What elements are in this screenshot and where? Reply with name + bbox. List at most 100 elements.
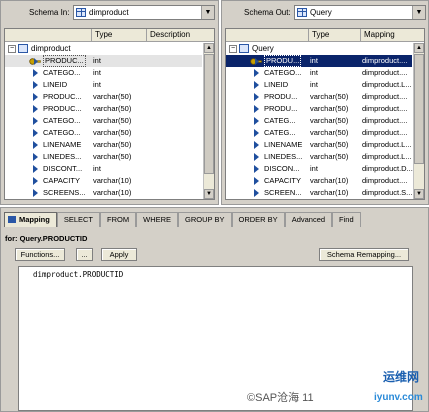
schema-in-scrollbar[interactable]: ▲ ▼ bbox=[203, 43, 214, 199]
field-mapping: dimproduct.... bbox=[362, 116, 408, 125]
column-arrow-icon bbox=[254, 69, 259, 77]
tab-advanced[interactable]: Advanced bbox=[284, 212, 333, 227]
field-row[interactable]: SCREENS... varchar(10) bbox=[5, 187, 202, 199]
column-header-type[interactable]: Type bbox=[308, 29, 360, 42]
column-arrow-icon bbox=[254, 129, 259, 137]
field-type: varchar(50) bbox=[310, 104, 349, 113]
apply-button[interactable]: Apply bbox=[101, 248, 137, 261]
table-icon bbox=[76, 8, 86, 17]
field-row[interactable]: PRODUC... varchar(50) bbox=[5, 91, 202, 103]
column-header-mapping[interactable]: Mapping bbox=[360, 29, 420, 42]
scroll-up-icon[interactable]: ▲ bbox=[204, 43, 214, 53]
field-row[interactable]: CATEG... varchar(50) dimproduct.... bbox=[226, 115, 412, 127]
field-type: int bbox=[310, 56, 318, 65]
field-row[interactable]: LINEID int bbox=[5, 79, 202, 91]
field-row[interactable]: CAPACITY varchar(10) bbox=[5, 175, 202, 187]
column-header-description[interactable]: Description bbox=[146, 29, 214, 42]
schema-out-scrollbar[interactable]: ▲ ▼ bbox=[413, 43, 424, 199]
field-name: PRODUC... bbox=[43, 92, 82, 101]
tab-order-by[interactable]: ORDER BY bbox=[231, 212, 285, 227]
field-row[interactable]: PRODUC... int bbox=[5, 55, 202, 67]
watermark-logo: 运维网 iyunv.com bbox=[374, 368, 424, 408]
schema-remapping-button[interactable]: Schema Remapping... bbox=[319, 248, 409, 261]
scroll-up-icon[interactable]: ▲ bbox=[414, 43, 424, 53]
schema-out-root[interactable]: − Query bbox=[226, 43, 412, 55]
tab-find[interactable]: Find bbox=[332, 212, 361, 227]
field-row[interactable]: PRODU... varchar(50) dimproduct.... bbox=[226, 91, 412, 103]
collapse-icon[interactable]: − bbox=[8, 45, 16, 53]
field-type: varchar(10) bbox=[310, 176, 349, 185]
field-type: varchar(50) bbox=[310, 128, 349, 137]
primary-key-icon bbox=[250, 57, 262, 65]
schema-in-header: Schema In: dimproduct ▼ bbox=[1, 1, 218, 25]
schema-in-grid-header: Type Description bbox=[5, 29, 214, 42]
table-icon bbox=[239, 44, 249, 53]
field-name: CATEG... bbox=[264, 116, 296, 125]
scroll-thumb[interactable] bbox=[204, 54, 214, 174]
scroll-down-icon[interactable]: ▼ bbox=[204, 189, 214, 199]
tab-select[interactable]: SELECT bbox=[56, 212, 101, 227]
field-name: LINENAME bbox=[264, 140, 303, 149]
field-row[interactable]: DISCONT... int bbox=[5, 163, 202, 175]
field-name: LINEID bbox=[264, 80, 289, 89]
column-arrow-icon bbox=[33, 177, 38, 185]
tab-where[interactable]: WHERE bbox=[136, 212, 179, 227]
column-header-type[interactable]: Type bbox=[91, 29, 146, 42]
ellipsis-button[interactable]: ... bbox=[76, 248, 93, 261]
field-row[interactable]: CATEGO... varchar(50) bbox=[5, 127, 202, 139]
field-row[interactable]: CATEGO... varchar(50) bbox=[5, 115, 202, 127]
table-icon bbox=[18, 44, 28, 53]
field-name: LINEID bbox=[43, 80, 68, 89]
field-row[interactable]: LINENAME varchar(50) bbox=[5, 139, 202, 151]
scroll-thumb[interactable] bbox=[414, 54, 424, 164]
schema-in-grid[interactable]: Type Description − dimproduct PRODUC... i… bbox=[4, 28, 215, 200]
field-type: varchar(10) bbox=[93, 176, 132, 185]
field-type: int bbox=[93, 68, 101, 77]
schema-in-combo[interactable]: dimproduct ▼ bbox=[73, 5, 215, 20]
field-name: LINENAME bbox=[43, 140, 82, 149]
field-type: int bbox=[310, 80, 318, 89]
field-name: CAPACITY bbox=[43, 176, 80, 185]
column-arrow-icon bbox=[33, 129, 38, 137]
tab-mapping[interactable]: Mapping bbox=[4, 212, 57, 227]
field-row[interactable]: CAPACITY varchar(10) dimproduct.... bbox=[226, 175, 412, 187]
field-row[interactable]: PRODU... varchar(50) dimproduct.... bbox=[226, 103, 412, 115]
field-mapping: dimproduct.L... bbox=[362, 140, 412, 149]
field-row[interactable]: CATEGO... int dimproduct.... bbox=[226, 67, 412, 79]
field-row[interactable]: LINEID int dimproduct.L... bbox=[226, 79, 412, 91]
field-row[interactable]: DISCON... int dimproduct.D... bbox=[226, 163, 413, 175]
field-row[interactable]: CATEGO... int bbox=[5, 67, 202, 79]
field-name: SCREENS... bbox=[43, 188, 86, 197]
field-name: CATEG... bbox=[264, 128, 296, 137]
scroll-down-icon[interactable]: ▼ bbox=[414, 189, 424, 199]
functions-button[interactable]: Functions... bbox=[15, 248, 65, 261]
field-name: DISCON... bbox=[264, 164, 300, 173]
schema-out-combo[interactable]: Query ▼ bbox=[294, 5, 426, 20]
tab-group-by[interactable]: GROUP BY bbox=[178, 212, 232, 227]
field-row[interactable]: SCREEN... varchar(10) dimproduct.S... bbox=[226, 187, 412, 199]
field-type: varchar(50) bbox=[93, 92, 132, 101]
field-row[interactable]: PRODU... int dimproduct.... bbox=[226, 55, 412, 67]
field-name: CAPACITY bbox=[264, 176, 301, 185]
field-row[interactable]: LINEDES... varchar(50) dimproduct.L... bbox=[226, 151, 412, 163]
schema-in-root[interactable]: − dimproduct bbox=[5, 43, 202, 55]
mapping-panel: Mapping SELECT FROM WHERE GROUP BY ORDER… bbox=[0, 207, 429, 412]
field-name: LINEDES... bbox=[43, 152, 82, 161]
tab-strip: Mapping SELECT FROM WHERE GROUP BY ORDER… bbox=[4, 212, 425, 227]
field-row[interactable]: CATEG... varchar(50) dimproduct.... bbox=[226, 127, 412, 139]
field-mapping: dimproduct.L... bbox=[362, 152, 412, 161]
mapping-expression-editor[interactable]: dimproduct.PRODUCTID bbox=[18, 266, 413, 411]
dropdown-arrow-icon[interactable]: ▼ bbox=[201, 6, 214, 19]
field-row[interactable]: PRODUC... varchar(50) bbox=[5, 103, 202, 115]
dropdown-arrow-icon[interactable]: ▼ bbox=[412, 6, 425, 19]
tab-from[interactable]: FROM bbox=[100, 212, 137, 227]
field-row[interactable]: LINENAME varchar(50) dimproduct.L... bbox=[226, 139, 412, 151]
field-name: CATEGO... bbox=[43, 68, 81, 77]
field-row[interactable]: LINEDES... varchar(50) bbox=[5, 151, 202, 163]
field-type: int bbox=[310, 164, 318, 173]
schema-out-label: Schema Out: bbox=[244, 8, 291, 17]
collapse-icon[interactable]: − bbox=[229, 45, 237, 53]
schema-out-grid[interactable]: Type Mapping − Query PRODU... int dimprodu… bbox=[225, 28, 425, 200]
field-mapping: dimproduct.S... bbox=[362, 188, 413, 197]
schema-out-root-label: Query bbox=[252, 44, 274, 53]
